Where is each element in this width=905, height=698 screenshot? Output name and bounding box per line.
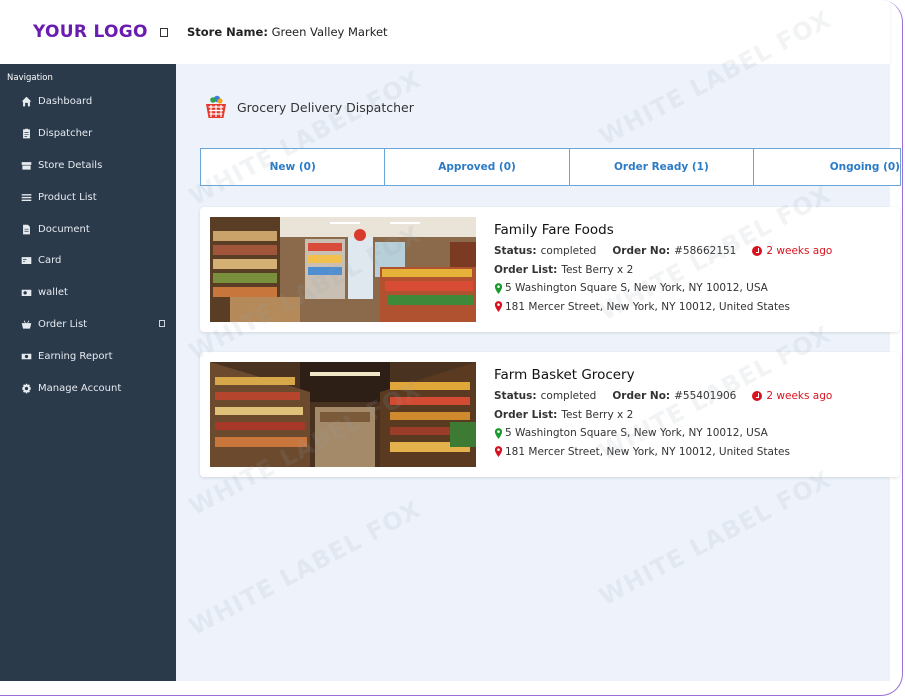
- sidebar-item-label: Card: [38, 255, 62, 267]
- sidebar-item-wallet[interactable]: wallet: [0, 277, 176, 309]
- status-row: Status: completed Order No: #55401906 2 …: [494, 387, 832, 406]
- status-label: Status:: [494, 245, 537, 258]
- order-list-value: Test Berry x 2: [561, 263, 634, 276]
- store-photo: [210, 217, 476, 322]
- dropoff-address: 181 Mercer Street, New York, NY 10012, U…: [494, 443, 832, 462]
- status-value: completed: [540, 245, 597, 258]
- sidebar-item-earning-report[interactable]: Earning Report: [0, 340, 176, 372]
- sidebar-item-document[interactable]: Document: [0, 213, 176, 245]
- top-bar: YOUR LOGO Store Name: Green Valley Marke…: [0, 0, 890, 64]
- store-name-label: Store Name:: [187, 25, 268, 39]
- pickup-address: 5 Washington Square S, New York, NY 1001…: [494, 424, 832, 443]
- store-name: Store Name: Green Valley Market: [187, 25, 388, 39]
- page-title: Grocery Delivery Dispatcher: [237, 99, 414, 115]
- time-ago: 2 weeks ago: [752, 390, 832, 402]
- order-list-row: Order List: Test Berry x 2: [494, 261, 832, 280]
- logo[interactable]: YOUR LOGO: [33, 22, 160, 42]
- sidebar-item-card[interactable]: Card: [0, 245, 176, 277]
- menu-toggle-icon[interactable]: [160, 27, 168, 37]
- status-value: completed: [540, 390, 597, 403]
- sidebar-item-label: Product List: [38, 191, 97, 203]
- clock-icon: [752, 246, 763, 257]
- dropoff-address-text: 181 Mercer Street, New York, NY 10012, U…: [505, 445, 790, 458]
- order-list-label: Order List:: [494, 408, 558, 421]
- status-row: Status: completed Order No: #58662151 2 …: [494, 242, 832, 261]
- pickup-pin-icon: [494, 282, 503, 294]
- chevron-down-icon[interactable]: [159, 319, 165, 327]
- sidebar-item-label: Store Details: [38, 159, 103, 171]
- sidebar-item-label: Document: [38, 223, 90, 235]
- nav-title: Navigation: [7, 73, 53, 83]
- sidebar-item-label: Manage Account: [38, 382, 122, 394]
- sidebar-item-label: Order List: [38, 318, 88, 330]
- tab-ongoing[interactable]: Ongoing (0): [753, 148, 901, 186]
- home-icon: [20, 96, 32, 108]
- document-icon: [20, 223, 32, 235]
- order-list-label: Order List:: [494, 263, 558, 276]
- sidebar-item-label: Earning Report: [38, 350, 113, 362]
- order-list-value: Test Berry x 2: [561, 408, 634, 421]
- dropoff-address: 181 Mercer Street, New York, NY 10012, U…: [494, 298, 832, 317]
- tab-approved[interactable]: Approved (0): [384, 148, 570, 186]
- app-frame: YOUR LOGO Store Name: Green Valley Marke…: [0, 0, 903, 696]
- card-icon: [20, 255, 32, 267]
- pickup-address: 5 Washington Square S, New York, NY 1001…: [494, 279, 832, 298]
- order-details: Farm Basket Grocery Status: completed Or…: [494, 367, 832, 461]
- main-content: Grocery Delivery Dispatcher New (0) Appr…: [176, 5, 901, 681]
- grocery-basket-icon: [206, 95, 226, 118]
- pickup-address-text: 5 Washington Square S, New York, NY 1001…: [505, 282, 768, 295]
- store-name-value: Green Valley Market: [271, 25, 388, 39]
- order-card[interactable]: Farm Basket Grocery Status: completed Or…: [200, 352, 900, 477]
- tab-order-ready[interactable]: Order Ready (1): [568, 148, 755, 186]
- sidebar-item-label: wallet: [38, 287, 68, 299]
- order-no-label: Order No:: [612, 390, 671, 403]
- store-photo: [210, 362, 476, 467]
- wallet-icon: [20, 287, 32, 299]
- sidebar-item-label: Dashboard: [38, 96, 93, 108]
- watermark: WHITE LABEL FOX: [184, 65, 426, 211]
- sidebar-item-store-details[interactable]: Store Details: [0, 150, 176, 182]
- time-ago: 2 weeks ago: [752, 245, 832, 257]
- pickup-pin-icon: [494, 427, 503, 439]
- sidebar-item-manage-account[interactable]: Manage Account: [0, 372, 176, 404]
- store-icon: [20, 159, 32, 171]
- clipboard-icon: [20, 128, 32, 140]
- clock-icon: [752, 391, 763, 402]
- shop-name: Family Fare Foods: [494, 222, 614, 238]
- tab-new[interactable]: New (0): [200, 148, 386, 186]
- sidebar-item-dashboard[interactable]: Dashboard: [0, 86, 176, 118]
- sidebar-item-product-list[interactable]: Product List: [0, 181, 176, 213]
- order-card[interactable]: Family Fare Foods Status: completed Orde…: [200, 207, 900, 332]
- order-no-value: #55401906: [674, 390, 737, 403]
- page-header: Grocery Delivery Dispatcher: [203, 94, 414, 120]
- shop-name: Farm Basket Grocery: [494, 367, 635, 383]
- pickup-address-text: 5 Washington Square S, New York, NY 1001…: [505, 427, 768, 440]
- sidebar-item-order-list[interactable]: Order List: [0, 309, 176, 341]
- watermark: WHITE LABEL FOX: [184, 495, 426, 641]
- gear-icon: [20, 382, 32, 394]
- status-label: Status:: [494, 390, 537, 403]
- watermark: WHITE LABEL FOX: [594, 465, 836, 611]
- order-no-value: #58662151: [674, 245, 737, 258]
- time-ago-text: 2 weeks ago: [766, 245, 833, 258]
- time-ago-text: 2 weeks ago: [766, 390, 833, 403]
- basket-icon: [20, 318, 32, 330]
- order-no-label: Order No:: [612, 245, 671, 258]
- order-details: Family Fare Foods Status: completed Orde…: [494, 222, 832, 316]
- order-list-row: Order List: Test Berry x 2: [494, 406, 832, 425]
- dropoff-pin-icon: [494, 301, 503, 313]
- dropoff-pin-icon: [494, 446, 503, 458]
- sidebar: Navigation Dashboard Dispatcher Store De…: [0, 64, 176, 681]
- status-tabs: New (0) Approved (0) Order Ready (1) Ong…: [200, 148, 901, 186]
- sidebar-item-label: Dispatcher: [38, 128, 93, 140]
- sidebar-item-dispatcher[interactable]: Dispatcher: [0, 118, 176, 150]
- money-icon: [20, 350, 32, 362]
- list-icon: [20, 191, 32, 203]
- dropoff-address-text: 181 Mercer Street, New York, NY 10012, U…: [505, 300, 790, 313]
